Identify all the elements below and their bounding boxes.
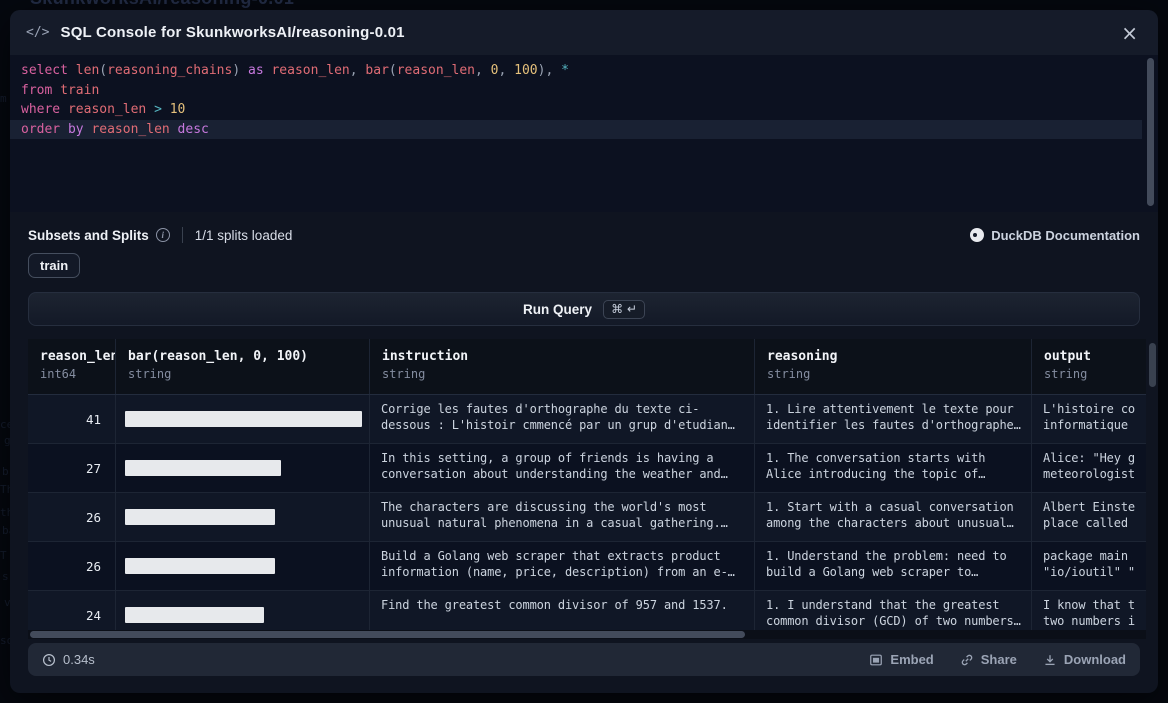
column-type: int64	[40, 367, 103, 381]
editor-vertical-scrollbar[interactable]	[1147, 58, 1154, 206]
column-type: string	[1044, 367, 1134, 381]
modal-title: SQL Console for SkunkworksAI/reasoning-0…	[60, 24, 1117, 41]
cell-instruction: Build a Golang web scraper that extracts…	[370, 542, 755, 590]
cell-output: Albert Einste place called	[1032, 493, 1146, 541]
cell-reasoning: 1. Lire attentivement le texte pour iden…	[755, 395, 1032, 443]
column-header-instruction: instruction string	[370, 339, 755, 394]
column-name: instruction	[382, 349, 742, 364]
cell-reason-len: 41	[28, 395, 116, 443]
table-row[interactable]: 24 Find the greatest common divisor of 95…	[28, 591, 1146, 630]
run-query-label: Run Query	[523, 302, 592, 317]
download-icon	[1043, 653, 1057, 667]
code-line: select len(reasoning_chains) as reason_l…	[10, 61, 1142, 81]
query-duration: 0.34s	[42, 652, 95, 667]
cell-bar	[116, 444, 370, 492]
run-query-button[interactable]: Run Query ⌘ ↵	[28, 292, 1140, 326]
cell-output: I know that t two numbers i	[1032, 591, 1146, 630]
background-fragment: T	[0, 549, 7, 562]
sql-editor[interactable]: select len(reasoning_chains) as reason_l…	[10, 55, 1158, 212]
bar-chart-fill	[125, 460, 281, 476]
cell-reason-len: 27	[28, 444, 116, 492]
modal-header: </> SQL Console for SkunkworksAI/reasoni…	[10, 10, 1158, 55]
cell-bar	[116, 542, 370, 590]
cell-instruction: Corrige les fautes d'orthographe du text…	[370, 395, 755, 443]
duckdb-documentation-link[interactable]: DuckDB Documentation	[970, 228, 1140, 243]
table-row[interactable]: 26 The characters are discussing the worl…	[28, 493, 1146, 542]
cell-instruction: The characters are discussing the world'…	[370, 493, 755, 541]
column-name: reason_len	[40, 349, 103, 364]
code-line: where reason_len > 10	[10, 100, 1142, 120]
subsets-title: Subsets and Splits	[28, 228, 149, 243]
column-header-output: output string	[1032, 339, 1146, 394]
background-fragment: b	[2, 465, 9, 478]
cell-bar	[116, 395, 370, 443]
cell-instruction: In this setting, a group of friends is h…	[370, 444, 755, 492]
results-table: reason_len int64 bar(reason_len, 0, 100) st…	[28, 339, 1156, 639]
column-header-reason-len: reason_len int64	[28, 339, 116, 394]
table-vertical-scrollbar[interactable]	[1149, 343, 1156, 387]
bar-chart-fill	[125, 558, 275, 574]
query-duration-value: 0.34s	[63, 652, 95, 667]
keyboard-shortcut-badge: ⌘ ↵	[603, 300, 645, 319]
cell-reason-len: 24	[28, 591, 116, 630]
column-header-bar-reason-len-0-100-: bar(reason_len, 0, 100) string	[116, 339, 370, 394]
clock-icon	[42, 653, 56, 667]
divider	[182, 227, 183, 243]
table-header-row: reason_len int64 bar(reason_len, 0, 100) st…	[28, 339, 1146, 395]
share-label: Share	[981, 652, 1017, 667]
cell-output: L'histoire co informatique	[1032, 395, 1146, 443]
splits-loaded-status: 1/1 splits loaded	[195, 228, 293, 243]
embed-label: Embed	[890, 652, 933, 667]
table-horizontal-scrollbar[interactable]	[28, 630, 1146, 639]
download-label: Download	[1064, 652, 1126, 667]
column-type: string	[382, 367, 742, 381]
background-page-title: SkunkworksAI/reasoning-0.01	[30, 0, 294, 9]
embed-button[interactable]: Embed	[869, 652, 933, 667]
column-header-reasoning: reasoning string	[755, 339, 1032, 394]
bar-chart-fill	[125, 411, 362, 427]
share-button[interactable]: Share	[960, 652, 1017, 667]
cell-reason-len: 26	[28, 493, 116, 541]
table-body: 41 Corrige les fautes d'orthographe du te…	[28, 395, 1146, 630]
column-name: bar(reason_len, 0, 100)	[128, 349, 357, 364]
horizontal-scrollbar-thumb[interactable]	[30, 631, 745, 638]
background-fragment: m	[0, 92, 7, 105]
column-name: output	[1044, 349, 1134, 364]
bar-chart-fill	[125, 509, 275, 525]
embed-icon	[869, 653, 883, 667]
cell-reasoning: 1. Start with a casual conversation amon…	[755, 493, 1032, 541]
column-type: string	[128, 367, 357, 381]
column-name: reasoning	[767, 349, 1019, 364]
code-line: from train	[10, 81, 1142, 101]
cell-instruction: Find the greatest common divisor of 957 …	[370, 591, 755, 630]
info-icon[interactable]: i	[156, 228, 170, 242]
cell-reasoning: 1. Understand the problem: need to build…	[755, 542, 1032, 590]
duckdb-logo-icon	[970, 228, 984, 242]
cell-bar	[116, 493, 370, 541]
share-link-icon	[960, 653, 974, 667]
cell-reason-len: 26	[28, 542, 116, 590]
background-fragment: s	[2, 570, 9, 583]
table-row[interactable]: 27 In this setting, a group of friends is…	[28, 444, 1146, 493]
cell-reasoning: 1. The conversation starts with Alice in…	[755, 444, 1032, 492]
download-button[interactable]: Download	[1043, 652, 1126, 667]
table-row[interactable]: 26 Build a Golang web scraper that extrac…	[28, 542, 1146, 591]
column-type: string	[767, 367, 1019, 381]
duckdb-documentation-label: DuckDB Documentation	[991, 228, 1140, 243]
cell-output: Alice: "Hey g meteorologist	[1032, 444, 1146, 492]
cell-bar	[116, 591, 370, 630]
cell-output: package main "io/ioutil" "	[1032, 542, 1146, 590]
close-icon[interactable]: ×	[1117, 23, 1142, 43]
cell-reasoning: 1. I understand that the greatest common…	[755, 591, 1032, 630]
split-chip-train[interactable]: train	[28, 253, 80, 278]
table-row[interactable]: 41 Corrige les fautes d'orthographe du te…	[28, 395, 1146, 444]
sql-console-modal: </> SQL Console for SkunkworksAI/reasoni…	[10, 10, 1158, 693]
code-icon: </>	[26, 25, 49, 40]
code-line: order by reason_len desc	[10, 120, 1142, 140]
bar-chart-fill	[125, 607, 264, 623]
results-footer: 0.34s Embed Share Download	[28, 643, 1140, 676]
